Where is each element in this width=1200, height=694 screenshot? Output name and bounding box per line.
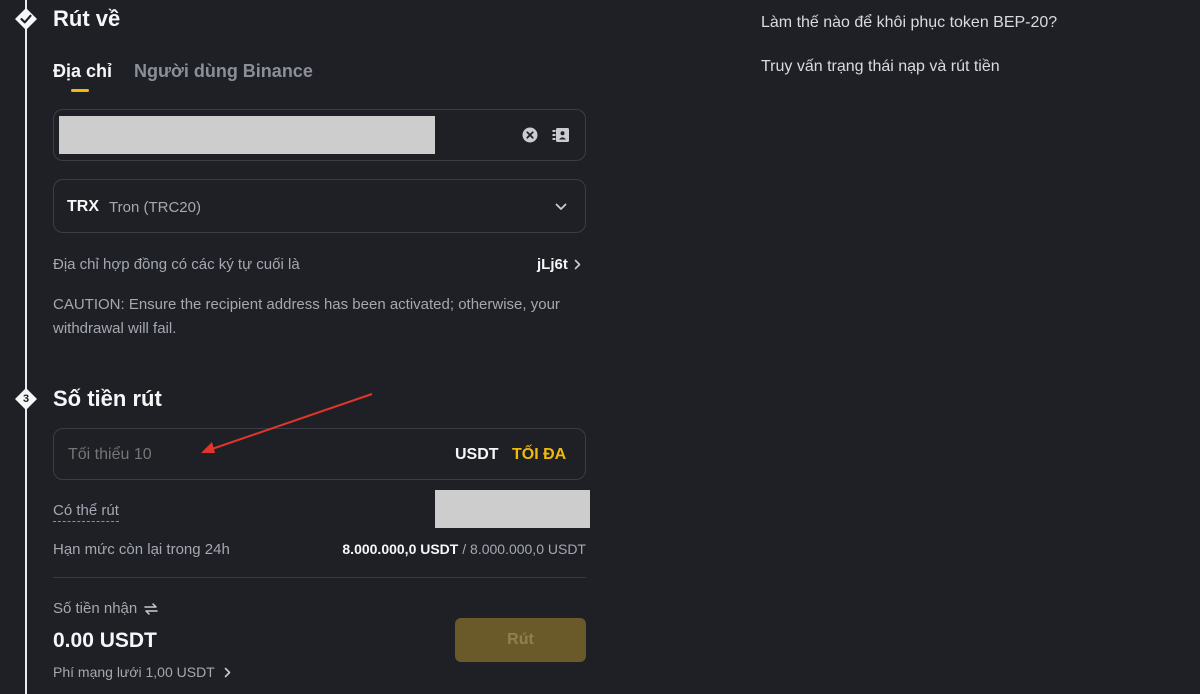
divider [53,577,586,578]
annotation-arrow [201,393,373,453]
caution-text: CAUTION: Ensure the recipient address ha… [53,296,560,337]
chevron-down-icon [552,198,570,216]
clear-icon[interactable] [521,126,539,144]
step-number: 3 [22,393,30,405]
withdraw-to-title: Rút về [53,6,121,31]
amount-title: Số tiền rút [53,386,162,411]
faq-link-bep20[interactable]: Làm thế nào để khôi phục token BEP-20? [761,14,1057,32]
amount-currency: USDT [455,446,499,463]
network-select[interactable]: TRX Tron (TRC20) [53,179,586,233]
withdraw-button[interactable]: Rút [455,618,586,662]
limit-value: 8.000.000,0 USDT / 8.000.000,0 USDT [342,541,586,557]
swap-icon[interactable] [144,602,158,615]
step-3-node: 3 [14,387,38,411]
limit-label: Hạn mức còn lại trong 24h [53,541,230,558]
available-label[interactable]: Có thể rút [53,502,119,522]
chevron-right-icon [574,259,581,270]
tab-binance-user[interactable]: Người dùng Binance [134,61,313,82]
chevron-right-icon [224,667,231,677]
stepper-line [25,0,27,694]
limit-total: / 8.000.000,0 USDT [458,541,586,557]
available-redacted [435,490,590,528]
network-code: TRX [67,198,99,215]
address-book-icon[interactable] [551,125,571,145]
check-icon [15,8,37,30]
address-input[interactable] [53,109,586,161]
step-completed-node [14,7,38,31]
limit-used: 8.000.000,0 USDT [342,541,459,557]
tab-address[interactable]: Địa chỉ [53,61,112,82]
contract-label: Địa chỉ hợp đồng có các ký tự cuối là [53,256,300,273]
contract-suffix: jLj6t [537,256,568,273]
faq-link-status[interactable]: Truy vấn trạng thái nạp và rút tiền [761,58,1000,76]
receive-label: Số tiền nhận [53,600,138,617]
max-button[interactable]: TỐI ĐA [512,446,566,464]
contract-suffix-link[interactable]: jLj6t [537,256,581,273]
tab-active-indicator [71,89,89,92]
receive-label-row: Số tiền nhận [53,600,158,617]
receive-value: 0.00 USDT [53,629,157,652]
network-name: Tron (TRC20) [109,199,201,216]
fee-label: Phí mạng lưới 1,00 USDT [53,664,215,680]
fee-row[interactable]: Phí mạng lưới 1,00 USDT [53,664,231,680]
address-redacted [59,116,435,154]
